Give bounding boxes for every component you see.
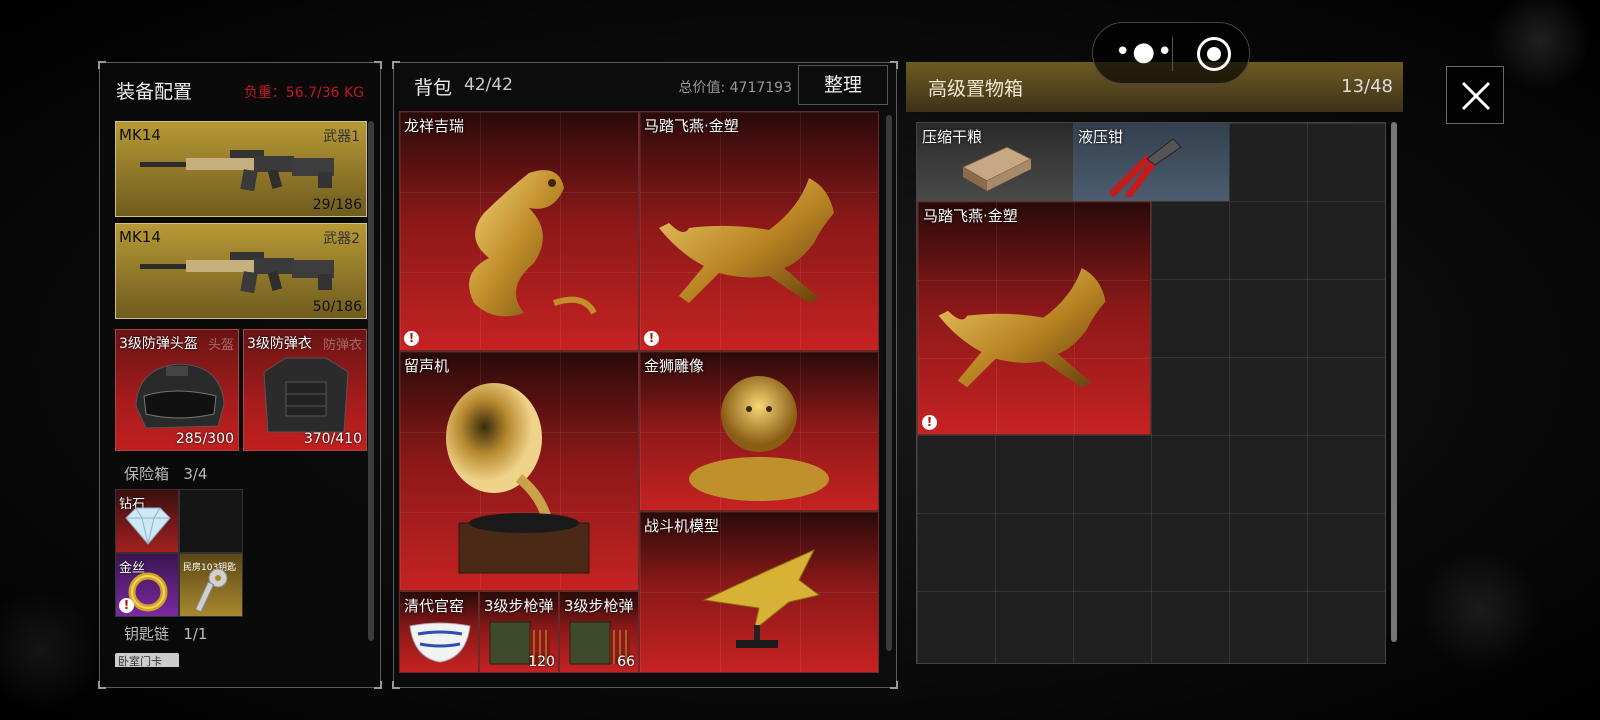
- keychain-item[interactable]: 卧室门卡: [115, 653, 179, 667]
- weapon-ammo: 50/186: [312, 299, 362, 315]
- close-icon: [1461, 81, 1491, 111]
- item-name: 3级步枪弹: [484, 597, 554, 615]
- vest-icon: [263, 357, 349, 433]
- safe-item-diamond[interactable]: 钻石: [115, 489, 179, 553]
- dragon-statue-icon: [469, 170, 597, 317]
- more-dots-icon[interactable]: •●•: [1115, 37, 1174, 67]
- slot-ghost-label: 头盔: [207, 338, 234, 353]
- storage-scrollbar[interactable]: [1391, 122, 1397, 642]
- backpack-item-ammo-2[interactable]: 3级步枪弹 66: [559, 591, 639, 673]
- backpack-item-gramophone[interactable]: 留声机: [399, 351, 639, 591]
- backpack-total-value: 总价值: 4717193: [678, 80, 792, 96]
- warning-icon: !: [922, 415, 937, 430]
- weapon-name: MK14: [119, 228, 161, 246]
- equipment-panel: 装备配置 负重：56.7/36 KG MK14 武器1 29/186 MK14 …: [98, 61, 382, 689]
- vest-durability: 370/410: [303, 431, 362, 447]
- porcelain-bowl-icon: [409, 622, 471, 663]
- weapon-ammo: 29/186: [312, 197, 362, 213]
- backpack-count: 42/42: [464, 75, 513, 95]
- vest-name: 3级防弹衣: [247, 336, 312, 352]
- item-name: 3级步枪弹: [564, 597, 634, 615]
- keychain-label: 钥匙链 1/1: [124, 625, 208, 643]
- backpack-item-dragon[interactable]: 龙祥吉瑞 !: [399, 111, 639, 351]
- safe-item-key[interactable]: 民房103钥匙: [179, 553, 243, 617]
- rifle-icon: [140, 252, 334, 294]
- vest-slot[interactable]: 防弹衣 3级防弹衣 370/410: [243, 329, 367, 451]
- helmet-icon: [135, 363, 225, 429]
- helmet-durability: 285/300: [175, 431, 234, 447]
- backpack-grid: 龙祥吉瑞 ! 马踏飞燕·金塑 ! 留声机 金狮雕像 战斗机模型 清代官窑 3级步…: [399, 111, 879, 673]
- backpack-scrollbar[interactable]: [886, 115, 892, 651]
- sort-button[interactable]: 整理: [798, 65, 888, 105]
- backpack-panel: 背包 42/42 总价值: 4717193 整理 龙祥吉瑞 ! 马踏飞燕·金塑 …: [392, 61, 898, 689]
- weapon-slot-label: 武器1: [323, 129, 360, 145]
- safe-box-grid: 钻石 金丝 ! 民房103钥匙: [115, 489, 243, 617]
- backpack-title: 背包: [414, 77, 453, 99]
- horse-statue-icon: [938, 267, 1106, 387]
- storage-item-pliers[interactable]: 液压钳: [1073, 123, 1229, 201]
- item-name: 马踏飞燕·金塑: [923, 207, 1018, 225]
- safe-empty-slot[interactable]: [179, 489, 243, 553]
- safe-box-label: 保险箱 3/4: [124, 465, 208, 483]
- equipment-title: 装备配置: [116, 81, 193, 103]
- close-button[interactable]: [1446, 66, 1504, 124]
- warning-icon: !: [119, 598, 134, 613]
- gramophone-icon: [446, 382, 590, 574]
- backpack-item-lion[interactable]: 金狮雕像: [639, 351, 879, 511]
- storage-item-horse[interactable]: 马踏飞燕·金塑 !: [917, 201, 1151, 435]
- mini-program-capsule: •●•: [1092, 22, 1250, 84]
- item-name: 清代官窑: [404, 597, 465, 615]
- item-name: 留声机: [404, 357, 450, 375]
- backpack-item-horse[interactable]: 马踏飞燕·金塑 !: [639, 111, 879, 351]
- warning-icon: !: [644, 331, 659, 346]
- helmet-slot[interactable]: 头盔 3级防弹头盔 285/300: [115, 329, 239, 451]
- storage-grid: 压缩干粮 液压钳 马踏飞燕·金塑 !: [916, 122, 1386, 664]
- storage-count: 13/48: [1341, 76, 1393, 97]
- item-name: 液压钳: [1078, 128, 1124, 146]
- backpack-item-ammo-1[interactable]: 3级步枪弹 120: [479, 591, 559, 673]
- lion-statue-icon: [689, 375, 829, 501]
- weapon-slot-2[interactable]: MK14 武器2 50/186: [115, 223, 367, 319]
- storage-panel: 高级置物箱 13/48 压缩干粮 液压钳 马踏飞燕·金塑 !: [906, 62, 1403, 664]
- warning-icon: !: [404, 331, 419, 346]
- backpack-item-fighter-jet[interactable]: 战斗机模型: [639, 511, 879, 673]
- diamond-icon: [125, 507, 171, 545]
- rifle-icon: [140, 150, 334, 192]
- slot-ghost-label: 防弹衣: [322, 338, 362, 353]
- equipment-scrollbar[interactable]: [368, 121, 374, 641]
- storage-item-rations[interactable]: 压缩干粮: [917, 123, 1073, 201]
- weapon-slot-label: 武器2: [323, 231, 360, 247]
- target-icon[interactable]: [1197, 37, 1231, 71]
- weapon-name: MK14: [119, 126, 161, 144]
- item-quantity: 120: [528, 654, 555, 670]
- storage-title: 高级置物箱: [928, 78, 1024, 100]
- item-name: 战斗机模型: [644, 517, 720, 535]
- safe-item-gold-wire[interactable]: 金丝 !: [115, 553, 179, 617]
- capsule-divider: [1172, 37, 1173, 71]
- key-icon: [194, 568, 228, 613]
- horse-statue-icon: [659, 177, 834, 303]
- item-name: 金狮雕像: [644, 357, 705, 375]
- item-quantity: 66: [617, 654, 635, 670]
- backpack-item-porcelain[interactable]: 清代官窑: [399, 591, 479, 673]
- item-name: 压缩干粮: [922, 128, 983, 146]
- fighter-jet-icon: [702, 548, 821, 648]
- helmet-name: 3级防弹头盔: [119, 336, 198, 352]
- weight-indicator: 负重：56.7/36 KG: [243, 85, 364, 101]
- item-name: 龙祥吉瑞: [404, 117, 465, 135]
- weapon-slot-1[interactable]: MK14 武器1 29/186: [115, 121, 367, 217]
- item-name: 马踏飞燕·金塑: [644, 117, 739, 135]
